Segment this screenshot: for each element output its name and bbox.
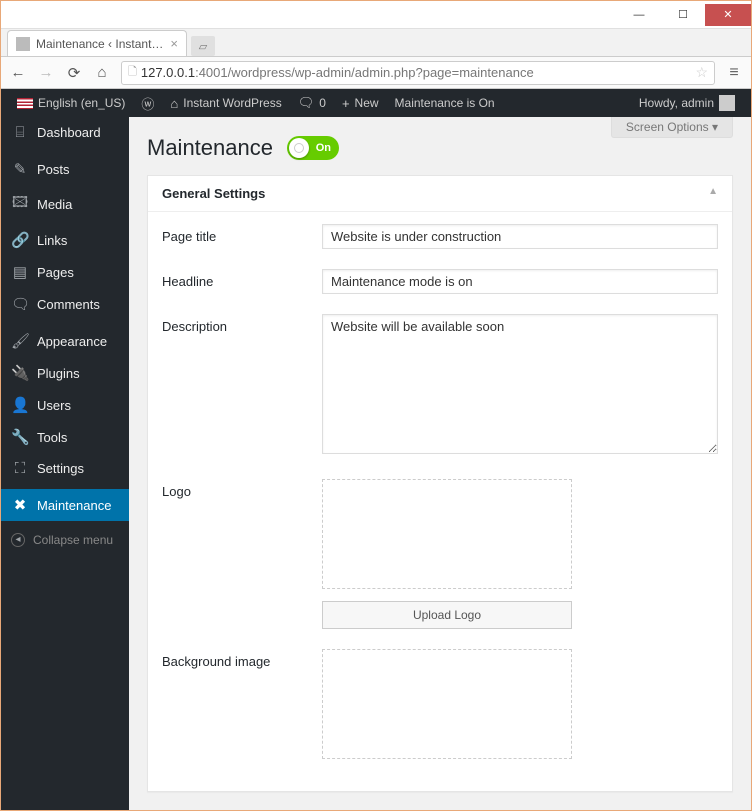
window-close-button[interactable]: ✕	[705, 4, 751, 26]
tab-close-icon[interactable]: ×	[170, 36, 178, 51]
browser-menu-button[interactable]: ≡	[725, 64, 743, 82]
sidebar-item-plugins[interactable]: 🔌Plugins	[1, 357, 129, 389]
home-button[interactable]: ⌂	[93, 64, 111, 82]
content-area: Screen Options ▾ Maintenance On General …	[129, 117, 751, 810]
wordpress-icon: ⓦ	[141, 94, 154, 113]
label-headline: Headline	[162, 269, 322, 289]
comment-icon: 🗨	[298, 95, 315, 111]
browser-toolbar: ← → ⟳ ⌂ 🗋 127.0.0.1:4001/wordpress/wp-ad…	[1, 57, 751, 89]
forward-button[interactable]: →	[37, 64, 55, 82]
user-icon: 👤	[11, 396, 29, 414]
window-titlebar: — ☐ ✕	[1, 1, 751, 29]
panel-body: Page title Headline Description Logo	[148, 212, 732, 791]
bookmark-star-icon[interactable]: ☆	[695, 64, 708, 81]
new-content-link[interactable]: + New	[334, 96, 387, 111]
maintenance-status[interactable]: Maintenance is On	[387, 96, 503, 110]
label-description: Description	[162, 314, 322, 334]
screen-options-tab[interactable]: Screen Options ▾	[611, 117, 733, 138]
browser-tab[interactable]: Maintenance ‹ Instant Wo… ×	[7, 30, 187, 56]
avatar	[719, 95, 735, 111]
general-settings-panel: General Settings ▲ Page title Headline D…	[147, 175, 733, 792]
wp-admin-bar: English (en_US) ⓦ ⌂ Instant WordPress 🗨 …	[1, 89, 751, 117]
panel-toggle-icon: ▲	[708, 186, 718, 201]
tab-favicon	[16, 37, 30, 51]
site-name-link[interactable]: ⌂ Instant WordPress	[162, 96, 289, 111]
sidebar-item-posts[interactable]: ✎Posts	[1, 153, 129, 185]
sidebar-item-dashboard[interactable]: ⌸Dashboard	[1, 117, 129, 148]
label-page-title: Page title	[162, 224, 322, 244]
collapse-icon: ◂	[11, 533, 25, 547]
admin-sidebar: ⌸Dashboard ✎Posts 🖾Media 🔗Links ▤Pages 🗨…	[1, 117, 129, 810]
sidebar-item-settings[interactable]: ⛶Settings	[1, 453, 129, 484]
maintenance-icon: ✖	[11, 496, 29, 514]
panel-header[interactable]: General Settings ▲	[148, 176, 732, 212]
textarea-description[interactable]	[322, 314, 718, 454]
window-frame: — ☐ ✕ Maintenance ‹ Instant Wo… × ▱ ← → …	[0, 0, 752, 811]
flag-icon	[17, 98, 33, 109]
label-logo: Logo	[162, 479, 322, 499]
media-icon: 🖾	[11, 192, 29, 217]
language-switcher[interactable]: English (en_US)	[9, 96, 133, 110]
pin-icon: ✎	[11, 160, 29, 178]
address-bar[interactable]: 🗋 127.0.0.1:4001/wordpress/wp-admin/admi…	[121, 61, 715, 85]
browser-tab-bar: Maintenance ‹ Instant Wo… × ▱	[1, 29, 751, 57]
input-headline[interactable]	[322, 269, 718, 294]
toggle-label: On	[316, 142, 331, 154]
wp-logo[interactable]: ⓦ	[133, 94, 162, 113]
upload-logo-button[interactable]: Upload Logo	[322, 601, 572, 629]
new-tab-button[interactable]: ▱	[191, 36, 215, 56]
window-maximize-button[interactable]: ☐	[661, 4, 705, 26]
sidebar-item-media[interactable]: 🖾Media	[1, 185, 129, 224]
wp-body: ⌸Dashboard ✎Posts 🖾Media 🔗Links ▤Pages 🗨…	[1, 117, 751, 810]
row-description: Description	[162, 314, 718, 459]
page-title: Maintenance	[147, 135, 273, 161]
toggle-handle	[289, 138, 309, 158]
input-page-title[interactable]	[322, 224, 718, 249]
wrench-icon: 🔧	[11, 428, 29, 446]
tab-title: Maintenance ‹ Instant Wo…	[36, 37, 164, 51]
page-icon: 🗋	[128, 63, 137, 82]
comment-icon: 🗨	[11, 295, 29, 313]
row-background: Background image	[162, 649, 718, 759]
row-logo: Logo Upload Logo	[162, 479, 718, 629]
row-headline: Headline	[162, 269, 718, 294]
back-button[interactable]: ←	[9, 64, 27, 82]
logo-dropzone[interactable]	[322, 479, 572, 589]
window-minimize-button[interactable]: —	[617, 4, 661, 26]
pages-icon: ▤	[11, 263, 29, 281]
background-dropzone[interactable]	[322, 649, 572, 759]
url-text: 127.0.0.1:4001/wordpress/wp-admin/admin.…	[141, 65, 534, 80]
dashboard-icon: ⌸	[11, 124, 29, 141]
maintenance-toggle[interactable]: On	[287, 136, 339, 160]
sidebar-item-comments[interactable]: 🗨Comments	[1, 288, 129, 320]
sidebar-item-maintenance[interactable]: ✖Maintenance	[1, 489, 129, 521]
row-page-title: Page title	[162, 224, 718, 249]
user-account-link[interactable]: Howdy, admin	[631, 95, 743, 111]
sidebar-item-pages[interactable]: ▤Pages	[1, 256, 129, 288]
sidebar-item-tools[interactable]: 🔧Tools	[1, 421, 129, 453]
sidebar-item-appearance[interactable]: 🖌Appearance	[1, 325, 129, 357]
reload-button[interactable]: ⟳	[65, 64, 83, 82]
collapse-menu-button[interactable]: ◂Collapse menu	[1, 526, 129, 554]
sidebar-item-users[interactable]: 👤Users	[1, 389, 129, 421]
comments-link[interactable]: 🗨 0	[290, 95, 334, 111]
settings-icon: ⛶	[11, 460, 29, 477]
plus-icon: +	[342, 96, 350, 111]
label-background: Background image	[162, 649, 322, 669]
home-icon: ⌂	[170, 96, 178, 111]
link-icon: 🔗	[11, 231, 29, 249]
brush-icon: 🖌	[11, 332, 29, 350]
sidebar-item-links[interactable]: 🔗Links	[1, 224, 129, 256]
plugin-icon: 🔌	[11, 364, 29, 382]
